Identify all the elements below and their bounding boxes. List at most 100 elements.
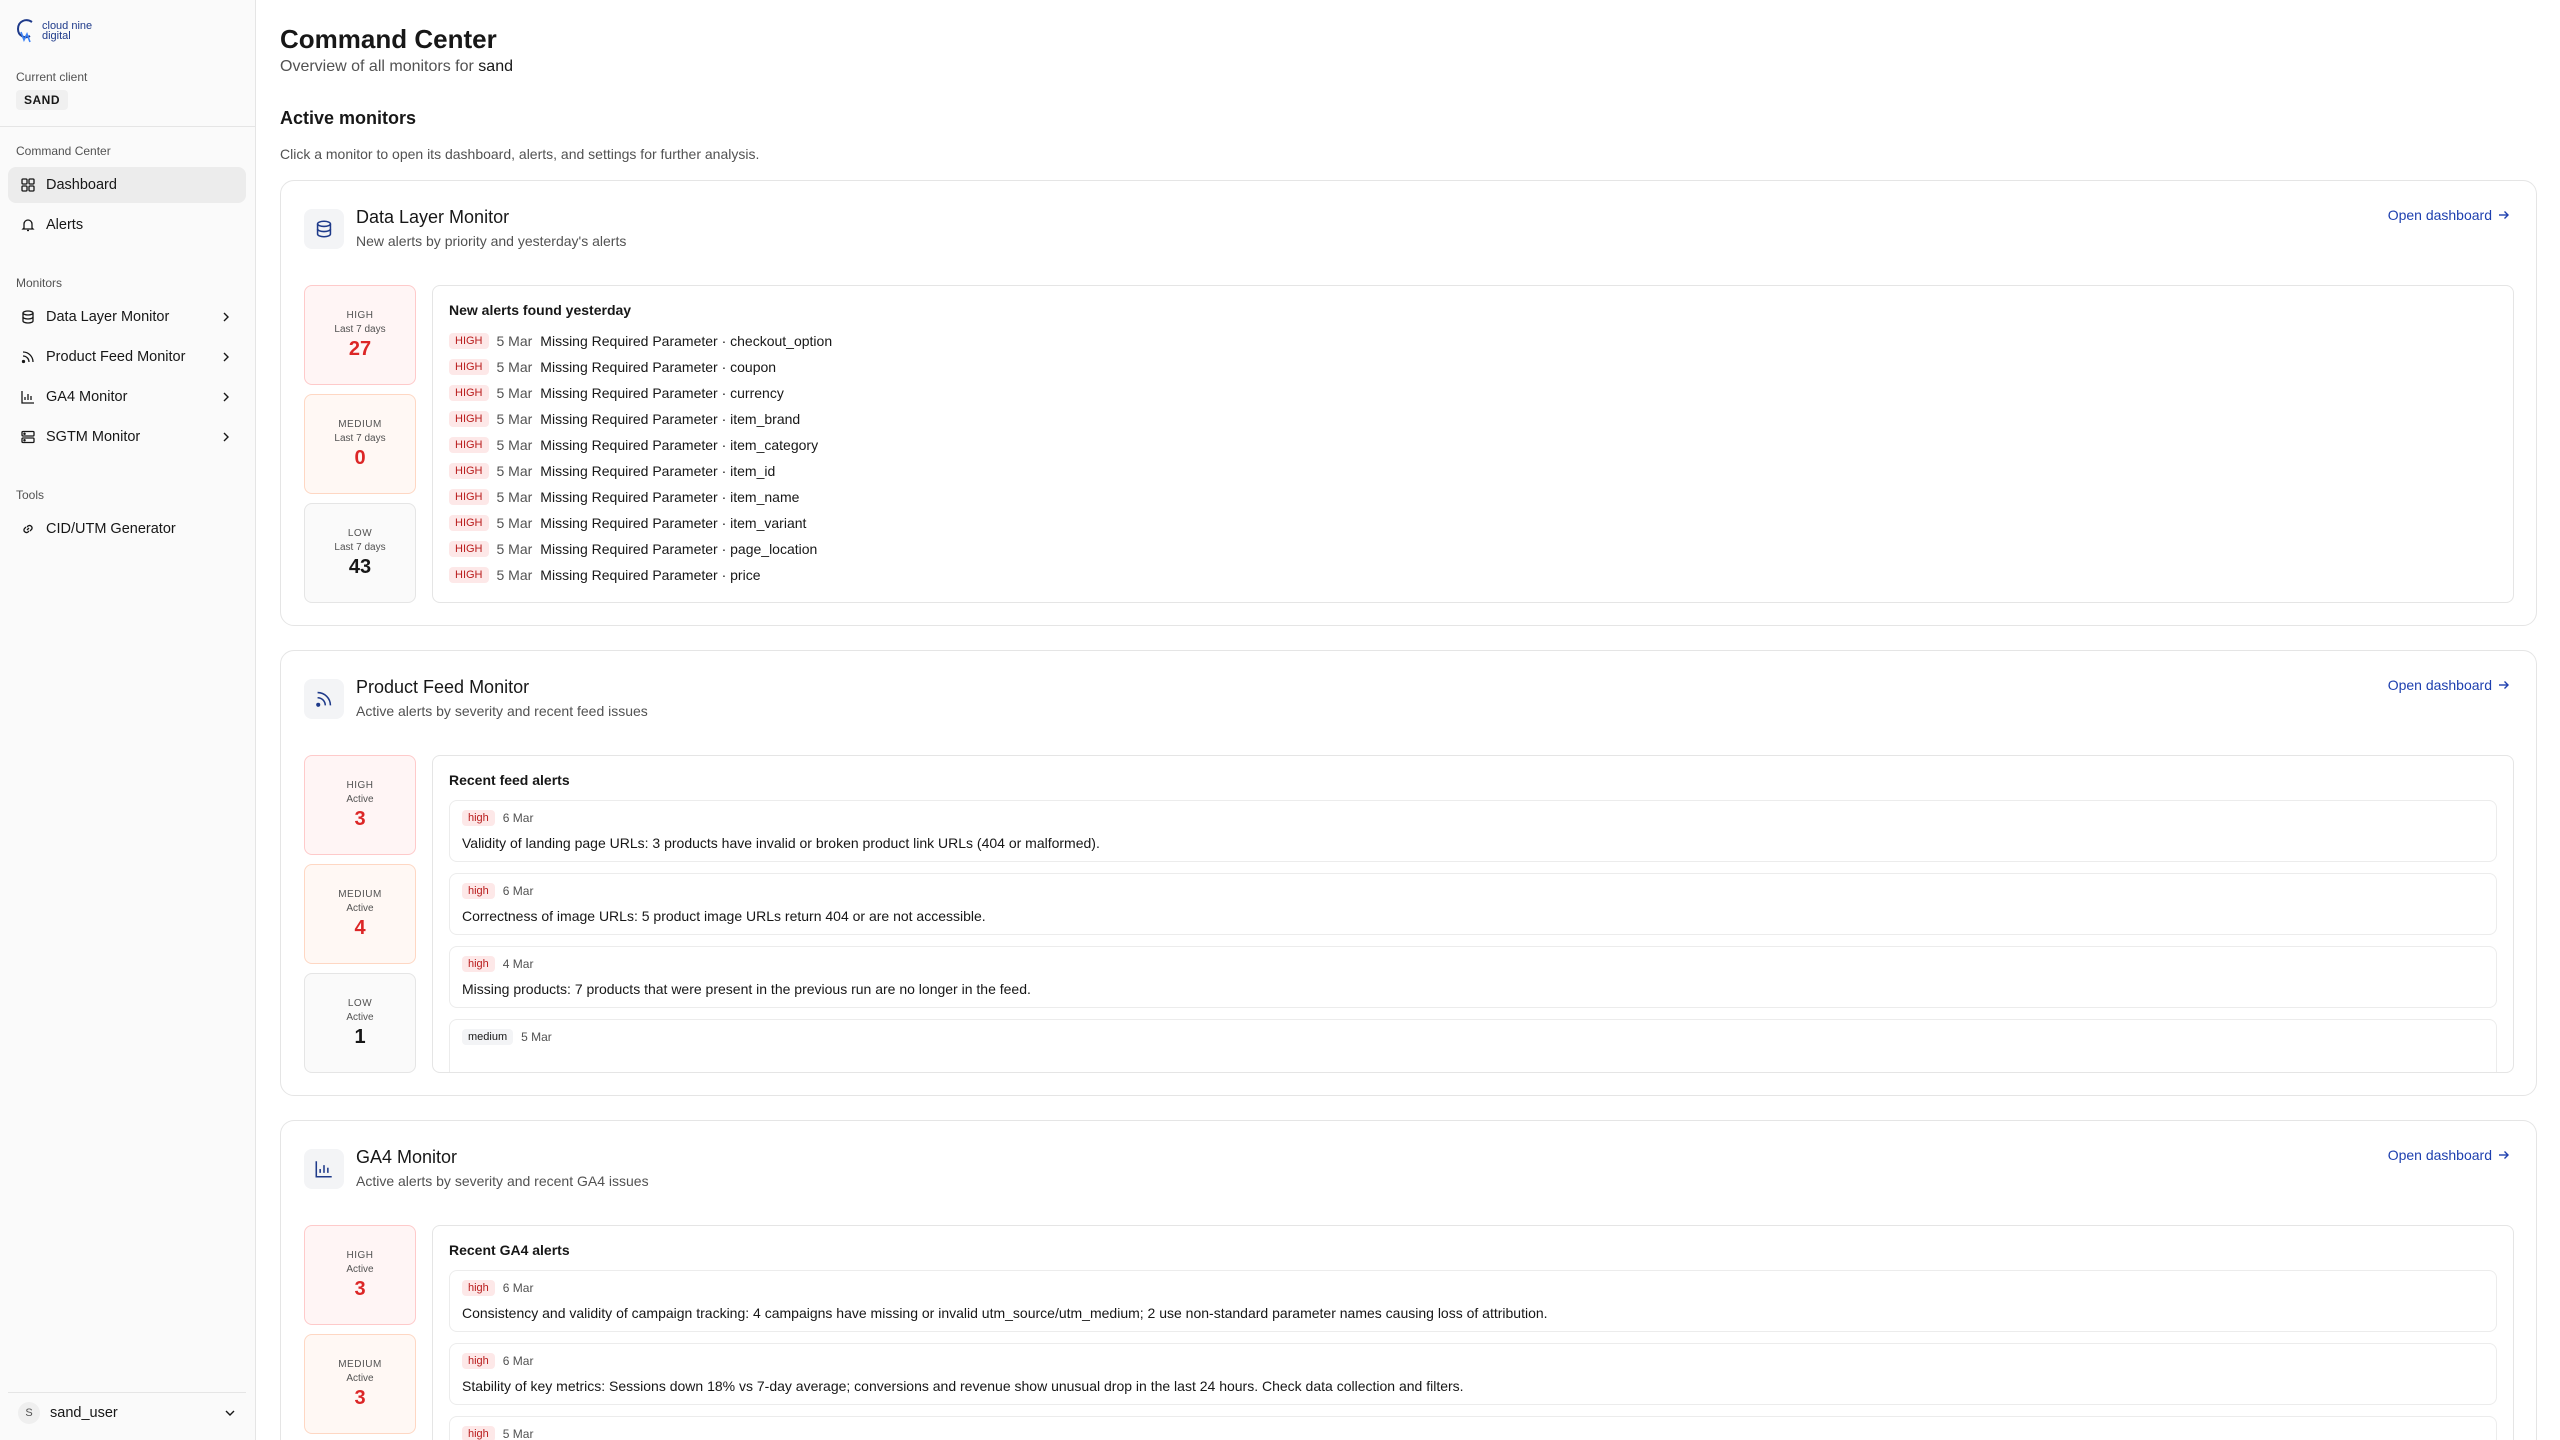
alerts-panel: Recent feed alerts high 6 Mar Validity of… [432, 755, 2514, 1073]
sidebar-divider [0, 126, 256, 127]
list-item[interactable]: HIGH 5 Mar Missing Required Parameter · it… [449, 486, 799, 508]
alert-date: 5 Mar [496, 515, 533, 531]
open-dashboard-link[interactable]: Open dashboard [2388, 207, 2510, 223]
sidebar-item-label: Product Feed Monitor [46, 349, 186, 365]
current-client-label: Current client [16, 70, 88, 84]
list-item[interactable]: HIGH 5 Mar Missing Required Parameter · it… [449, 408, 800, 430]
stat-level: MEDIUM [338, 419, 382, 430]
alert-date: 5 Mar [521, 1030, 552, 1044]
alert-card[interactable]: high 6 Mar Consistency and validity of ca… [449, 1270, 2497, 1332]
sidebar-item-data-layer-monitor[interactable]: Data Layer Monitor [8, 299, 246, 335]
ga4-monitor-card[interactable]: GA4 Monitor Active alerts by severity an… [280, 1120, 2537, 1440]
severity-badge: HIGH [449, 515, 489, 531]
section-title: Active monitors [280, 108, 417, 128]
user-menu[interactable]: S sand_user [8, 1392, 246, 1432]
grid-icon [20, 177, 36, 193]
alert-card[interactable]: high 4 Mar Missing products: 7 products t… [449, 946, 2497, 1008]
stat-level: HIGH [346, 310, 374, 321]
product-feed-monitor-card[interactable]: Product Feed Monitor Active alerts by se… [280, 650, 2537, 1096]
open-dashboard-link[interactable]: Open dashboard [2388, 1147, 2510, 1163]
severity-badge: medium [462, 1029, 514, 1045]
logo-text: cloud nine digital [42, 21, 92, 42]
sidebar-item-ga4-monitor[interactable]: GA4 Monitor [8, 379, 246, 415]
stat-value: 3 [354, 1278, 366, 1300]
database-icon [304, 209, 344, 249]
card-description: Active alerts by severity and recent GA4… [356, 1173, 649, 1189]
link-icon [20, 521, 36, 537]
alert-header: high 6 Mar [462, 883, 533, 899]
stat-high[interactable]: HIGH Active 3 [304, 755, 416, 855]
alert-text: Stability of key metrics: Sessions down … [462, 1378, 1464, 1394]
sidebar-item-sgtm-monitor[interactable]: SGTM Monitor [8, 419, 246, 455]
logo[interactable]: cloud nine digital [14, 16, 92, 46]
stat-low[interactable]: LOW Last 7 days 43 [304, 503, 416, 603]
list-item[interactable]: HIGH 5 Mar Missing Required Parameter · it… [449, 512, 806, 534]
sidebar-item-dashboard[interactable]: Dashboard [8, 167, 246, 203]
alert-text: Missing Required Parameter · item_name [540, 489, 800, 505]
alert-date: 6 Mar [502, 884, 534, 898]
chevron-down-icon [225, 1410, 235, 1416]
alert-card[interactable]: medium 5 Mar [449, 1019, 2497, 1072]
alert-date: 5 Mar [496, 541, 533, 557]
severity-badge: HIGH [449, 489, 489, 505]
stat-high[interactable]: HIGH Last 7 days 27 [304, 285, 416, 385]
stat-value: 3 [354, 1387, 366, 1409]
open-dashboard-label: Open dashboard [2387, 207, 2492, 223]
stat-medium[interactable]: MEDIUM Last 7 days 0 [304, 394, 416, 494]
stat-period: Last 7 days [334, 433, 386, 444]
alert-date: 5 Mar [496, 411, 533, 427]
alert-card[interactable]: high 6 Mar Stability of key metrics: Sess… [449, 1343, 2497, 1405]
stat-medium[interactable]: MEDIUM Active 3 [304, 1334, 416, 1434]
alert-card[interactable]: high 6 Mar Validity of landing page URLs:… [449, 800, 2497, 862]
alert-header: medium 5 Mar [462, 1029, 552, 1045]
list-item[interactable]: HIGH 5 Mar Missing Required Parameter · cu… [449, 382, 784, 404]
panel-title: Recent feed alerts [449, 772, 570, 788]
alert-text: Missing Required Parameter · price [540, 567, 761, 583]
panel-title: Recent GA4 alerts [449, 1242, 570, 1258]
subtitle-prefix: Overview of all monitors for [280, 58, 474, 75]
severity-badge: HIGH [449, 567, 489, 583]
list-item[interactable]: HIGH 5 Mar Missing Required Parameter · it… [449, 434, 818, 456]
sidebar-item-product-feed-monitor[interactable]: Product Feed Monitor [8, 339, 246, 375]
bar-chart-icon [304, 1149, 344, 1189]
alert-date: 5 Mar [496, 359, 533, 375]
severity-badge: HIGH [449, 385, 489, 401]
severity-badge: HIGH [449, 359, 489, 375]
sidebar-item-label: CID/UTM Generator [46, 521, 176, 537]
sidebar-item-cid-utm-generator[interactable]: CID/UTM Generator [8, 511, 246, 547]
avatar: S [18, 1401, 40, 1424]
list-item[interactable]: HIGH 5 Mar Missing Required Parameter · ch… [449, 330, 832, 352]
list-item[interactable]: HIGH 5 Mar Missing Required Parameter · pr… [449, 564, 761, 586]
client-badge[interactable]: SAND [16, 90, 69, 110]
stat-high[interactable]: HIGH Active 3 [304, 1225, 416, 1325]
open-dashboard-label: Open dashboard [2387, 677, 2492, 693]
alert-text: Missing Required Parameter · currency [540, 385, 784, 401]
stat-low[interactable]: LOW Active 1 [304, 973, 416, 1073]
data-layer-monitor-card[interactable]: Data Layer Monitor New alerts by priorit… [280, 180, 2537, 626]
severity-badge: high [462, 956, 495, 972]
severity-badge: HIGH [449, 437, 489, 453]
list-item[interactable]: HIGH 5 Mar Missing Required Parameter · pa… [449, 538, 817, 560]
severity-badge: high [462, 1426, 495, 1440]
stat-medium[interactable]: MEDIUM Active 4 [304, 864, 416, 964]
sidebar-item-alerts[interactable]: Alerts [8, 207, 246, 243]
alert-text: Missing Required Parameter · item_id [540, 463, 776, 479]
alert-card[interactable]: high 6 Mar Correctness of image URLs: 5 p… [449, 873, 2497, 935]
alert-text: Missing Required Parameter · item_catego… [540, 437, 819, 453]
sidebar-item-label: SGTM Monitor [46, 429, 141, 445]
stat-level: MEDIUM [338, 889, 382, 900]
alert-header: high 5 Mar [462, 1426, 533, 1440]
database-icon [20, 309, 36, 325]
severity-badge: high [462, 1280, 495, 1296]
open-dashboard-link[interactable]: Open dashboard [2388, 677, 2510, 693]
severity-badge: HIGH [449, 411, 489, 427]
stat-value: 0 [354, 447, 366, 469]
rss-icon [20, 349, 36, 365]
alert-card[interactable]: high 5 Mar [449, 1416, 2497, 1440]
alert-header: high 6 Mar [462, 810, 533, 826]
alert-text: Missing products: 7 products that were p… [462, 981, 1031, 997]
section-label-monitors: Monitors [16, 276, 63, 290]
server-icon [20, 429, 36, 445]
list-item[interactable]: HIGH 5 Mar Missing Required Parameter · it… [449, 460, 775, 482]
list-item[interactable]: HIGH 5 Mar Missing Required Parameter · co… [449, 356, 776, 378]
